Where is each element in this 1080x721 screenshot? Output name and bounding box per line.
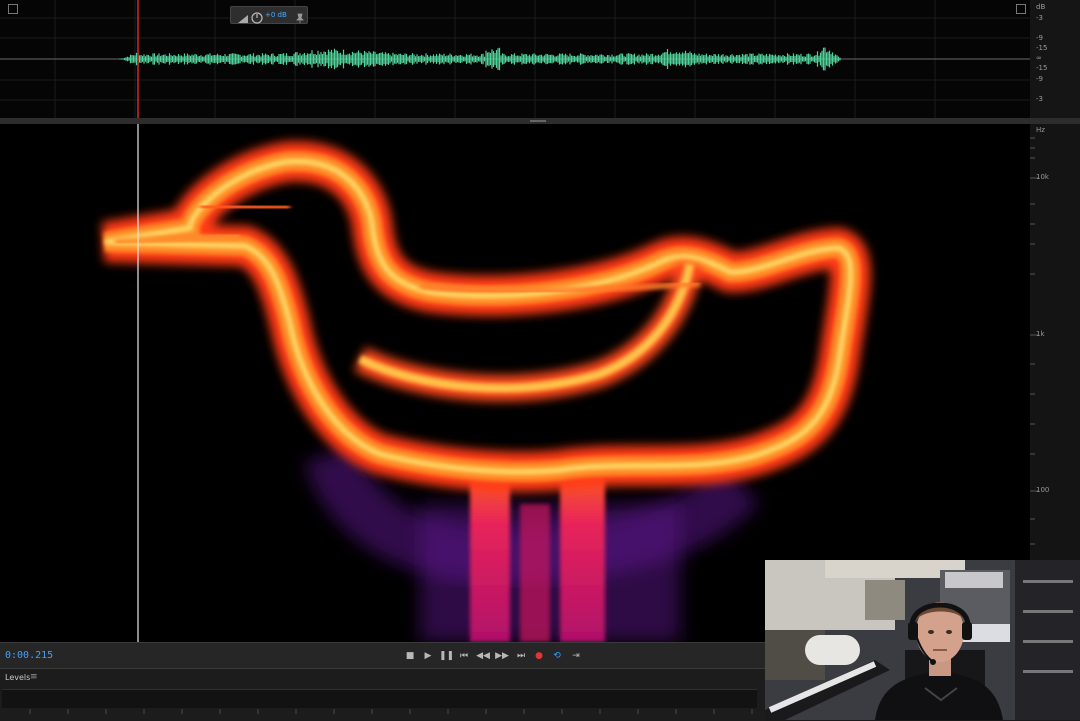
- levels-scale: [29, 709, 753, 714]
- rewind-button[interactable]: ◀◀: [476, 649, 490, 663]
- hud-toolbar[interactable]: +0 dB: [230, 6, 308, 24]
- volume-knob-icon[interactable]: [251, 9, 263, 24]
- webcam-overlay: [765, 560, 1080, 720]
- duck-eye-line: [199, 202, 291, 212]
- current-time-display[interactable]: 0:00.215: [5, 650, 53, 661]
- hz-tick: 1k: [1036, 330, 1045, 338]
- play-button[interactable]: ▶: [421, 649, 435, 663]
- db-tick: -15: [1036, 64, 1048, 72]
- skip-to-start-button[interactable]: ⏮: [457, 649, 471, 663]
- frequency-ruler: Hz 10k 1k 100: [1030, 124, 1080, 560]
- db-tick: -15: [1036, 44, 1048, 52]
- transport-bar: 0:00.215 ■ ▶ ❚❚ ⏮ ◀◀ ▶▶ ⏭ ● ⟲ ⇥: [0, 642, 765, 669]
- levels-meter: [2, 689, 757, 708]
- ruler-menu-icon[interactable]: [1016, 4, 1026, 14]
- pause-button[interactable]: ❚❚: [439, 649, 454, 663]
- db-unit-label: dB: [1036, 3, 1046, 11]
- volume-readout: +0 dB: [265, 11, 287, 19]
- stop-button[interactable]: ■: [403, 649, 417, 663]
- skip-selection-button[interactable]: ⇥: [569, 649, 583, 663]
- db-tick: -3: [1036, 14, 1043, 22]
- db-tick: -9: [1036, 75, 1043, 83]
- amplitude-ruler: dB -3 -9 -15 ∞ -15 -9 -3: [1016, 0, 1080, 118]
- db-tick: ∞: [1036, 54, 1042, 62]
- volume-ramp-icon[interactable]: [237, 9, 249, 23]
- hz-unit-label: Hz: [1036, 126, 1045, 134]
- webcam-feed-icon: [765, 560, 1080, 720]
- levels-tab-title[interactable]: Levels: [5, 673, 30, 682]
- splitter-grip[interactable]: [530, 120, 546, 122]
- db-tick: -3: [1036, 95, 1043, 103]
- levels-panel: Levels ≡: [0, 668, 765, 721]
- record-button[interactable]: ●: [532, 649, 546, 663]
- skip-to-end-button[interactable]: ⏭: [514, 649, 528, 663]
- waveform-panel[interactable]: +0 dB: [0, 0, 1030, 118]
- panel-menu-icon[interactable]: [8, 4, 18, 14]
- db-tick: -9: [1036, 34, 1043, 42]
- waveform-canvas[interactable]: [0, 0, 1030, 118]
- duck-shape: [101, 141, 871, 642]
- hz-tick: 10k: [1036, 173, 1049, 181]
- loop-button[interactable]: ⟲: [550, 649, 564, 663]
- pin-icon[interactable]: [295, 9, 305, 23]
- fast-forward-button[interactable]: ▶▶: [495, 649, 509, 663]
- waveform: [119, 47, 841, 71]
- hz-tick: 100: [1036, 486, 1050, 494]
- levels-menu-icon[interactable]: ≡: [30, 672, 38, 682]
- frequency-ticks: [1030, 137, 1038, 545]
